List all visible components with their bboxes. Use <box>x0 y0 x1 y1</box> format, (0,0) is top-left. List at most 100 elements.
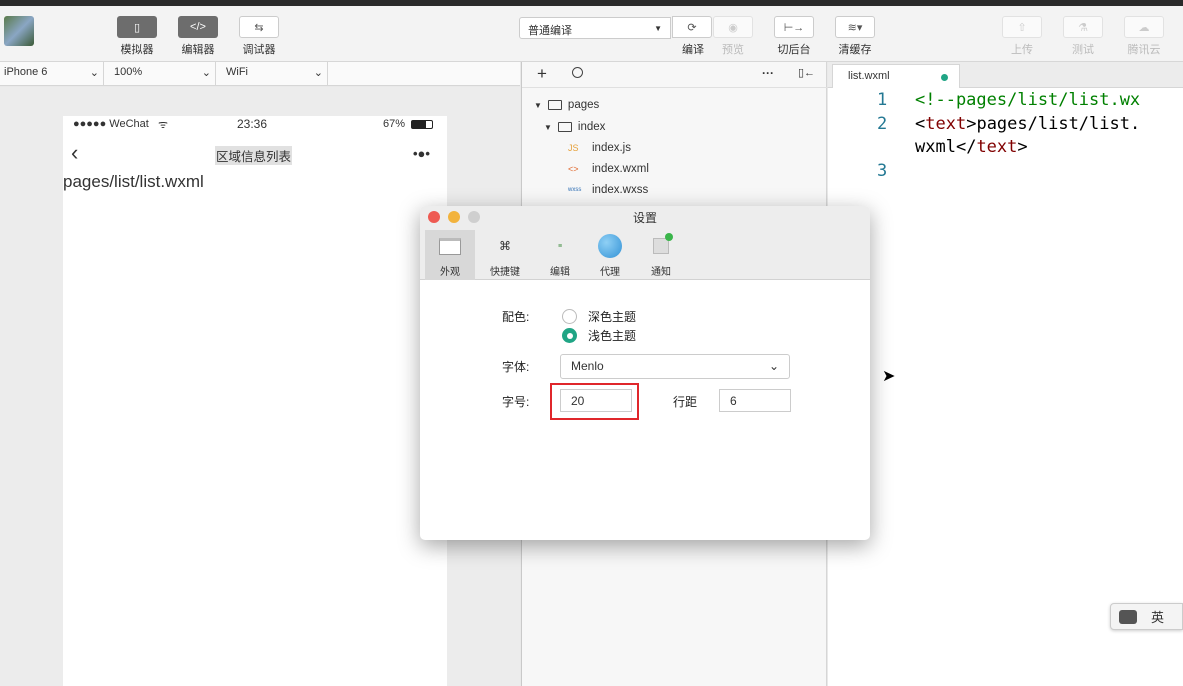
unsaved-dot-icon[interactable] <box>941 74 948 81</box>
ime-label: 英 <box>1151 610 1165 625</box>
tab-label: 编辑 <box>550 267 570 278</box>
compile-button[interactable]: ⟳ <box>672 16 712 38</box>
test-button[interactable]: ⚗ <box>1063 16 1103 38</box>
tree-item-index-js[interactable]: JS index.js <box>568 142 631 154</box>
tab-label: list.wxml <box>848 70 890 82</box>
js-file-icon: JS <box>568 143 579 153</box>
clear-cache-label: 清缓存 <box>838 44 872 56</box>
network-value: WiFi <box>226 66 248 78</box>
chevron-down-icon: ⌄ <box>89 67 99 79</box>
compile-mode-value: 普通编译 <box>528 25 572 37</box>
simulator-toggle-button[interactable]: ▯ <box>117 16 157 38</box>
tree-item-index-folder[interactable]: ▼ index <box>544 121 605 133</box>
phone-screen[interactable]: ●●●●● WeChat ᯤ 23:36 67% ‹ 区域信息列表 •●• pa… <box>63 116 447 686</box>
tab-label: 外观 <box>440 267 460 278</box>
flask-icon: ⚗ <box>1078 21 1088 34</box>
editor-tab-list-wxml[interactable]: list.wxml <box>832 64 960 88</box>
tab-shortcuts[interactable]: ⌘ 快捷键 <box>480 230 530 280</box>
folder-icon <box>557 122 572 132</box>
tab-label: 代理 <box>600 267 620 278</box>
preview-label: 预览 <box>722 44 744 56</box>
status-time: 23:36 <box>237 117 268 131</box>
chevron-down-icon: ⌄ <box>313 67 323 79</box>
more-icon[interactable]: ··· <box>762 66 774 80</box>
tab-appearance[interactable]: 外观 <box>425 230 475 280</box>
nav-title: 区域信息列表 <box>215 146 293 165</box>
debugger-toggle-button[interactable]: ⇆ <box>239 16 279 38</box>
back-icon[interactable]: ‹ <box>71 142 78 164</box>
device-select[interactable]: iPhone 6 ⌄ <box>0 62 104 86</box>
tab-editor[interactable]: ≡ 编辑 <box>535 230 585 280</box>
tree-item-pages[interactable]: ▼ pages <box>534 99 599 111</box>
simulator-options-bar: iPhone 6 ⌄ 100% ⌄ WiFi ⌄ <box>0 62 520 86</box>
upload-label: 上传 <box>1011 44 1033 56</box>
globe-icon <box>598 234 622 258</box>
chevron-down-icon: ▼ <box>654 24 662 33</box>
command-key-icon: ⌘ <box>499 239 511 253</box>
keyboard-icon <box>1119 609 1137 624</box>
collapse-panel-icon[interactable]: ▯← <box>798 66 815 79</box>
tab-proxy[interactable]: 代理 <box>585 230 635 280</box>
explorer-header: + ··· ▯← <box>522 62 828 88</box>
mouse-cursor-icon: ➤ <box>882 368 896 385</box>
test-label: 测试 <box>1072 44 1094 56</box>
editor-toggle-button[interactable]: </> <box>178 16 218 38</box>
refresh-icon: ⟳ <box>687 21 697 34</box>
wifi-icon: ᯤ <box>158 119 169 131</box>
line-number: 1 <box>877 90 888 110</box>
zoom-select[interactable]: 100% ⌄ <box>104 62 216 86</box>
font-size-label: 字号: <box>502 395 530 409</box>
search-icon[interactable] <box>572 67 583 78</box>
cloud-label: 腾讯云 <box>1127 44 1161 56</box>
font-size-value: 20 <box>571 394 585 408</box>
debugger-label: 调试器 <box>242 44 276 56</box>
more-menu-icon[interactable]: •●• <box>413 146 430 161</box>
chevron-down-icon: ⌄ <box>201 67 211 79</box>
font-select[interactable]: Menlo ⌄ <box>560 354 790 379</box>
layers-icon: ≋▾ <box>847 21 863 34</box>
page-content-text: pages/list/list.wxml <box>63 172 204 191</box>
tree-item-index-wxss[interactable]: wxss index.wxss <box>568 184 648 196</box>
tree-item-label: index.wxml <box>592 163 649 175</box>
tree-item-index-wxml[interactable]: <> index.wxml <box>568 163 649 175</box>
line-number: 3 <box>877 161 888 181</box>
dark-theme-radio[interactable] <box>562 309 577 324</box>
light-theme-label[interactable]: 浅色主题 <box>588 327 636 344</box>
font-size-input[interactable]: 20 <box>560 389 632 412</box>
code-line-1-comment: <!--pages/list/list.wx <box>915 90 1141 110</box>
upload-button[interactable]: ⇧ <box>1002 16 1042 38</box>
dialog-title: 设置 <box>632 211 657 225</box>
add-file-icon[interactable]: + <box>537 64 547 84</box>
network-select[interactable]: WiFi ⌄ <box>216 62 328 86</box>
window-icon <box>438 234 462 258</box>
line-number: 2 <box>877 114 888 134</box>
tab-notification[interactable]: 通知 <box>636 230 686 280</box>
close-tag-name: text <box>976 137 1018 157</box>
cloud-button[interactable]: ☁ <box>1124 16 1164 38</box>
background-button[interactable]: ⊢→ <box>774 16 814 38</box>
font-label: 字体: <box>502 360 530 374</box>
chevron-down-icon: ⌄ <box>768 359 779 373</box>
dark-theme-label[interactable]: 深色主题 <box>588 308 636 325</box>
tab-label: 通知 <box>651 267 671 278</box>
eye-icon: ◉ <box>728 21 738 34</box>
input-method-indicator[interactable]: 英 <box>1110 603 1183 630</box>
avatar[interactable] <box>4 16 34 46</box>
light-theme-radio[interactable] <box>562 328 577 343</box>
line-height-input[interactable]: 6 <box>719 389 791 412</box>
settings-dialog: 设置 外观 ⌘ 快捷键 ≡ 编辑 代理 通知 配色: 深色主题 浅色主题 字体:… <box>420 206 870 540</box>
compile-mode-select[interactable]: 普通编译 ▼ <box>519 17 671 39</box>
font-value: Menlo <box>571 359 604 373</box>
clear-cache-button[interactable]: ≋▾ <box>835 16 875 38</box>
text-content: pages/list/list. <box>976 114 1141 134</box>
color-scheme-label: 配色: <box>502 310 530 324</box>
tab-label: 快捷键 <box>490 267 520 278</box>
code-line-2: <text>pages/list/list. <box>915 114 1141 134</box>
editor-label: 编辑器 <box>181 44 215 56</box>
cloud-icon: ☁ <box>1138 21 1150 34</box>
wxss-file-icon: wxss <box>568 187 582 193</box>
code-line-2-wrap: wxml</text> <box>915 137 1028 157</box>
preview-button[interactable]: ◉ <box>713 16 753 38</box>
caret-down-icon: ▼ <box>544 122 552 132</box>
zoom-value: 100% <box>114 66 143 78</box>
